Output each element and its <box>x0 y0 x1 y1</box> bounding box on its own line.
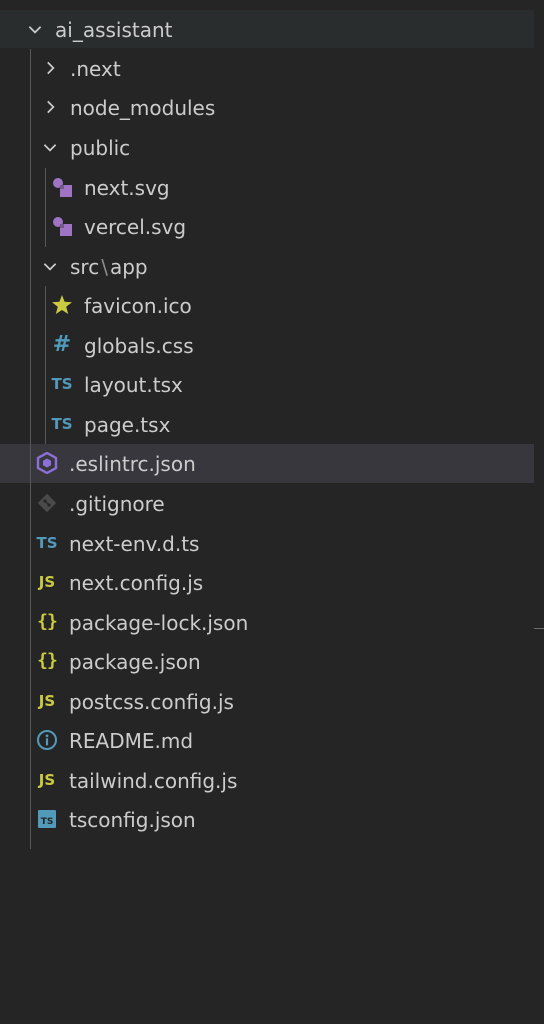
info-icon <box>36 729 58 751</box>
star-icon <box>51 294 73 316</box>
typescript-icon: TS <box>51 414 73 433</box>
tree-file-package-json[interactable]: {} package.json <box>0 642 534 681</box>
javascript-icon: JS <box>38 770 56 789</box>
tree-item-label: node_modules <box>70 95 216 120</box>
tree-item-label: src \ app <box>70 257 148 277</box>
tree-item-label: .eslintrc.json <box>69 451 196 476</box>
path-separator: \ <box>101 254 108 279</box>
tree-file-gitignore[interactable]: .gitignore <box>0 484 534 523</box>
indent-guide-root <box>30 49 31 849</box>
tree-folder-public[interactable]: public <box>0 128 534 167</box>
json-icon: {} <box>37 611 58 632</box>
typescript-icon: TS <box>36 533 58 552</box>
tree-item-label: public <box>70 135 131 160</box>
folder-segment-src: src <box>70 254 100 279</box>
folder-segment-app: app <box>109 254 148 279</box>
tree-file-next-env-d-ts[interactable]: TS next-env.d.ts <box>0 524 534 563</box>
json-icon: {} <box>37 650 58 671</box>
tree-file-favicon-ico[interactable]: favicon.ico <box>0 286 534 325</box>
indent-guide-src-app <box>45 286 46 444</box>
svg-icon <box>51 176 73 198</box>
tree-item-label: .next <box>70 56 121 81</box>
scrollbar-track[interactable] <box>534 0 544 1024</box>
tree-item-label: page.tsx <box>84 412 171 437</box>
svg-icon <box>51 215 73 237</box>
tree-file-postcss-config-js[interactable]: JS postcss.config.js <box>0 682 534 721</box>
tree-file-layout-tsx[interactable]: TS layout.tsx <box>0 365 534 404</box>
chevron-right-icon[interactable] <box>39 57 61 79</box>
tree-file-readme-md[interactable]: README.md <box>0 721 534 760</box>
tree-item-label: tsconfig.json <box>69 807 196 832</box>
tree-file-globals-css[interactable]: # globals.css <box>0 326 534 365</box>
javascript-icon: JS <box>38 572 56 591</box>
eslint-icon <box>36 452 58 474</box>
tsconfig-icon-glyph: TS <box>41 817 54 827</box>
tree-item-label: next.svg <box>84 175 170 200</box>
tree-item-label: package.json <box>69 649 201 674</box>
tree-file-next-config-js[interactable]: JS next.config.js <box>0 563 534 602</box>
tree-item-label: .gitignore <box>69 491 165 516</box>
tree-folder-next[interactable]: .next <box>0 49 534 88</box>
tree-file-tsconfig-json[interactable]: TS tsconfig.json <box>0 800 534 839</box>
tsconfig-icon: TS <box>36 808 58 830</box>
tree-item-label: favicon.ico <box>84 293 192 318</box>
tree-file-vercel-svg[interactable]: vercel.svg <box>0 207 534 246</box>
chevron-down-icon[interactable] <box>24 18 46 40</box>
chevron-right-icon[interactable] <box>39 96 61 118</box>
indent-guide-public <box>45 168 46 247</box>
hash-icon: # <box>52 332 72 357</box>
tree-file-page-tsx[interactable]: TS page.tsx <box>0 405 534 444</box>
chevron-down-icon[interactable] <box>39 255 61 277</box>
tree-item-label: next-env.d.ts <box>69 531 200 556</box>
typescript-icon: TS <box>51 374 73 393</box>
git-icon <box>36 492 58 514</box>
tree-root-label: ai_assistant <box>55 17 173 42</box>
tree-item-label: postcss.config.js <box>69 689 234 714</box>
chevron-down-icon[interactable] <box>39 136 61 158</box>
tree-folder-src-app[interactable]: src \ app <box>0 247 534 286</box>
tree-item-label: globals.css <box>84 333 194 358</box>
tree-root-ai-assistant[interactable]: ai_assistant <box>0 10 534 49</box>
tree-file-next-svg[interactable]: next.svg <box>0 168 534 207</box>
tree-item-label: tailwind.config.js <box>69 768 238 793</box>
file-explorer-tree: ai_assistant .next node_modules public n… <box>0 10 534 1024</box>
javascript-icon: JS <box>38 691 56 710</box>
tree-folder-node-modules[interactable]: node_modules <box>0 88 534 127</box>
scrollbar-marker <box>534 628 544 629</box>
tree-item-label: README.md <box>69 728 194 753</box>
tree-item-label: package-lock.json <box>69 610 249 635</box>
tree-file-tailwind-config-js[interactable]: JS tailwind.config.js <box>0 761 534 800</box>
tree-file-eslintrc-json[interactable]: .eslintrc.json <box>0 444 534 483</box>
tree-file-package-lock-json[interactable]: {} package-lock.json <box>0 603 534 642</box>
tree-item-label: next.config.js <box>69 570 204 595</box>
tree-item-label: layout.tsx <box>84 372 183 397</box>
tree-item-label: vercel.svg <box>84 214 187 239</box>
